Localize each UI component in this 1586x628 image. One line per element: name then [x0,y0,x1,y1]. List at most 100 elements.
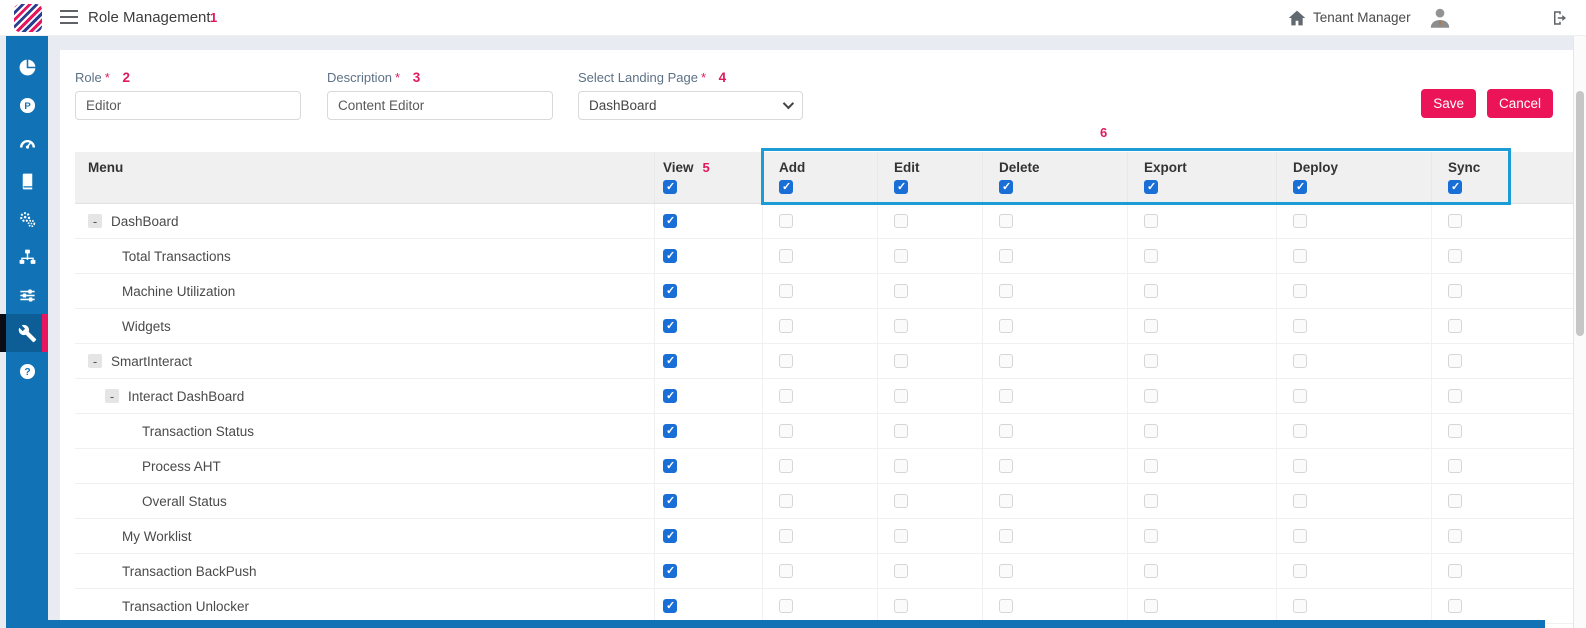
sidebar-item-gauge[interactable] [6,124,48,162]
view-select-all-checkbox[interactable] [663,180,677,194]
delete-checkbox[interactable] [999,564,1013,578]
delete-checkbox[interactable] [999,529,1013,543]
export-checkbox[interactable] [1144,249,1158,263]
view-checkbox[interactable] [663,494,677,508]
sync-checkbox[interactable] [1448,389,1462,403]
add-select-all-checkbox[interactable] [779,180,793,194]
edit-checkbox[interactable] [894,249,908,263]
sync-checkbox[interactable] [1448,529,1462,543]
sync-checkbox[interactable] [1448,494,1462,508]
sidebar-item-p-badge[interactable]: P [6,86,48,124]
delete-checkbox[interactable] [999,354,1013,368]
view-checkbox[interactable] [663,459,677,473]
landing-page-select[interactable]: DashBoard [578,91,803,120]
view-checkbox[interactable] [663,389,677,403]
sync-checkbox[interactable] [1448,459,1462,473]
sidebar-item-help[interactable]: ? [6,352,48,390]
sidebar-item-sliders[interactable] [6,276,48,314]
add-checkbox[interactable] [779,354,793,368]
add-checkbox[interactable] [779,284,793,298]
view-checkbox[interactable] [663,564,677,578]
add-checkbox[interactable] [779,389,793,403]
export-checkbox[interactable] [1144,599,1158,613]
deploy-checkbox[interactable] [1293,599,1307,613]
deploy-checkbox[interactable] [1293,424,1307,438]
deploy-checkbox[interactable] [1293,494,1307,508]
export-checkbox[interactable] [1144,529,1158,543]
view-checkbox[interactable] [663,319,677,333]
app-logo-icon[interactable] [14,4,42,32]
edit-checkbox[interactable] [894,494,908,508]
add-checkbox[interactable] [779,319,793,333]
edit-checkbox[interactable] [894,424,908,438]
export-select-all-checkbox[interactable] [1144,180,1158,194]
delete-checkbox[interactable] [999,389,1013,403]
edit-select-all-checkbox[interactable] [894,180,908,194]
collapse-toggle[interactable]: - [88,214,102,228]
add-checkbox[interactable] [779,564,793,578]
sync-checkbox[interactable] [1448,564,1462,578]
vertical-scrollbar-thumb[interactable] [1576,91,1584,336]
deploy-checkbox[interactable] [1293,459,1307,473]
delete-checkbox[interactable] [999,599,1013,613]
view-checkbox[interactable] [663,249,677,263]
sidebar-item-sitemap[interactable] [6,238,48,276]
sidebar-item-wrench[interactable] [0,314,48,352]
sync-checkbox[interactable] [1448,319,1462,333]
add-checkbox[interactable] [779,494,793,508]
deploy-checkbox[interactable] [1293,319,1307,333]
export-checkbox[interactable] [1144,424,1158,438]
hamburger-menu-icon[interactable] [60,10,78,24]
view-checkbox[interactable] [663,354,677,368]
add-checkbox[interactable] [779,599,793,613]
user-avatar[interactable] [1427,5,1453,31]
deploy-checkbox[interactable] [1293,529,1307,543]
export-checkbox[interactable] [1144,459,1158,473]
deploy-checkbox[interactable] [1293,564,1307,578]
view-checkbox[interactable] [663,284,677,298]
role-input[interactable] [75,91,301,120]
home-icon[interactable] [1286,7,1308,29]
delete-checkbox[interactable] [999,319,1013,333]
collapse-toggle[interactable]: - [105,389,119,403]
deploy-checkbox[interactable] [1293,354,1307,368]
view-checkbox[interactable] [663,599,677,613]
sidebar-item-book[interactable] [6,162,48,200]
edit-checkbox[interactable] [894,354,908,368]
add-checkbox[interactable] [779,459,793,473]
edit-checkbox[interactable] [894,599,908,613]
delete-checkbox[interactable] [999,249,1013,263]
view-checkbox[interactable] [663,529,677,543]
add-checkbox[interactable] [779,249,793,263]
delete-checkbox[interactable] [999,494,1013,508]
edit-checkbox[interactable] [894,459,908,473]
save-button[interactable]: Save [1421,89,1476,118]
deploy-checkbox[interactable] [1293,389,1307,403]
export-checkbox[interactable] [1144,494,1158,508]
add-checkbox[interactable] [779,529,793,543]
sync-checkbox[interactable] [1448,599,1462,613]
delete-checkbox[interactable] [999,284,1013,298]
sync-checkbox[interactable] [1448,354,1462,368]
sidebar-item-pie-chart[interactable] [6,48,48,86]
edit-checkbox[interactable] [894,564,908,578]
delete-checkbox[interactable] [999,459,1013,473]
export-checkbox[interactable] [1144,214,1158,228]
view-checkbox[interactable] [663,424,677,438]
deploy-checkbox[interactable] [1293,214,1307,228]
add-checkbox[interactable] [779,424,793,438]
deploy-select-all-checkbox[interactable] [1293,180,1307,194]
delete-checkbox[interactable] [999,214,1013,228]
add-checkbox[interactable] [779,214,793,228]
sync-checkbox[interactable] [1448,249,1462,263]
sidebar-item-gears[interactable] [6,200,48,238]
delete-select-all-checkbox[interactable] [999,180,1013,194]
deploy-checkbox[interactable] [1293,284,1307,298]
collapse-toggle[interactable]: - [88,354,102,368]
view-checkbox[interactable] [663,214,677,228]
description-input[interactable] [327,91,553,120]
sync-checkbox[interactable] [1448,424,1462,438]
sync-checkbox[interactable] [1448,284,1462,298]
horizontal-scrollbar[interactable] [48,620,1545,628]
delete-checkbox[interactable] [999,424,1013,438]
